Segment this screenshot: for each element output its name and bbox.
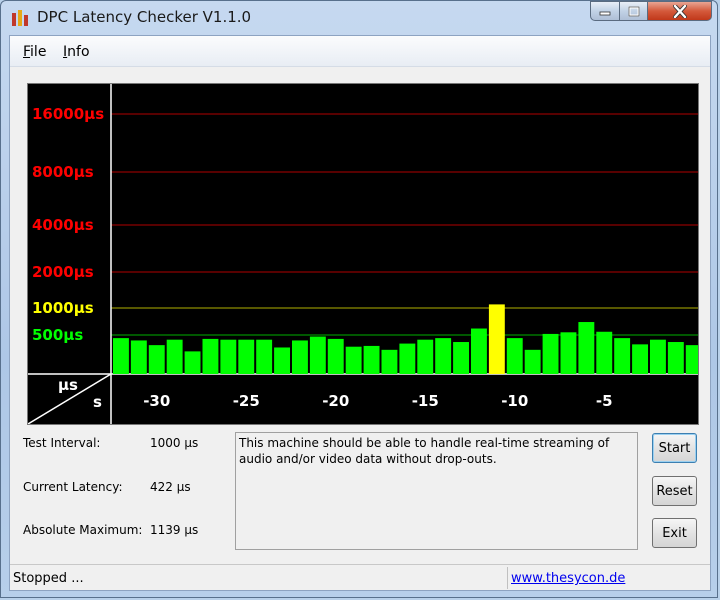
- x-unit-label: s: [93, 393, 102, 411]
- latency-bar: [578, 322, 595, 374]
- latency-bar: [363, 345, 380, 374]
- x-tick-label: -25: [233, 392, 260, 410]
- latency-bar: [399, 343, 416, 374]
- x-tick-label: -15: [412, 392, 439, 410]
- latency-bar: [130, 340, 147, 374]
- minimize-icon: [599, 11, 611, 16]
- latency-bar: [488, 304, 505, 374]
- latency-bar: [685, 345, 698, 374]
- x-tick-label: -10: [501, 392, 528, 410]
- latency-bar: [650, 339, 666, 374]
- latency-bar: [274, 347, 290, 374]
- start-button[interactable]: Start: [652, 433, 697, 463]
- latency-bar: [202, 338, 219, 374]
- latency-graph: 16000µs 8000µs 4000µs 2000µs 1000µs 500µs µs s -…: [27, 83, 699, 425]
- y-tick-label: 16000µs: [32, 105, 104, 123]
- x-tick-label: -20: [322, 392, 349, 410]
- latency-bar: [256, 339, 273, 374]
- status-message: This machine should be able to handle re…: [235, 432, 638, 550]
- absolute-maximum-value: 1139 µs: [150, 523, 199, 537]
- bars-chart-icon: [12, 10, 28, 26]
- close-button[interactable]: [647, 1, 712, 21]
- y-tick-label: 2000µs: [32, 263, 94, 281]
- status-divider: [507, 567, 508, 589]
- latency-bar: [327, 338, 344, 374]
- latency-bar: [471, 328, 487, 374]
- menu-info[interactable]: Info: [63, 44, 90, 60]
- y-tick-label: 1000µs: [32, 299, 94, 317]
- latency-bar: [238, 339, 255, 374]
- menu-file[interactable]: File: [23, 44, 46, 60]
- menu-file-rest: ile: [30, 44, 47, 60]
- latency-bar: [309, 336, 326, 374]
- latency-bar: [417, 339, 434, 374]
- latency-bar: [667, 342, 684, 374]
- latency-bar: [542, 333, 559, 374]
- reset-button[interactable]: Reset: [652, 476, 697, 506]
- latency-bar: [632, 344, 648, 374]
- y-tick-label: 4000µs: [32, 216, 94, 234]
- test-interval-label: Test Interval:: [23, 436, 101, 450]
- window-title: DPC Latency Checker V1.1.0: [37, 8, 252, 26]
- minimize-button[interactable]: [590, 1, 620, 21]
- app-window: DPC Latency Checker V1.1.0 File Info 160…: [0, 0, 718, 598]
- y-tick-label: 500µs: [32, 326, 83, 344]
- latency-bar: [614, 338, 631, 374]
- menu-bar: File Info: [10, 36, 710, 67]
- latency-bar: [184, 351, 201, 374]
- maximize-icon: [628, 6, 639, 16]
- latency-chart: 16000µs 8000µs 4000µs 2000µs 1000µs 500µs µss -…: [28, 84, 698, 424]
- status-bar: Stopped ... www.thesycon.de: [10, 564, 710, 591]
- latency-bar: [596, 331, 613, 374]
- menu-file-accel: F: [23, 44, 31, 60]
- current-latency-value: 422 µs: [150, 480, 191, 494]
- latency-bar: [435, 338, 452, 374]
- x-tick-label: -5: [596, 392, 613, 410]
- absolute-maximum-label: Absolute Maximum:: [23, 523, 143, 537]
- latency-bar: [113, 338, 129, 374]
- maximize-button[interactable]: [619, 1, 648, 21]
- x-tick-label: -30: [143, 392, 170, 410]
- latency-bar: [292, 340, 308, 374]
- latency-bar: [560, 332, 577, 374]
- status-text: Stopped ...: [13, 571, 84, 586]
- exit-button[interactable]: Exit: [652, 518, 697, 548]
- y-tick-label: 8000µs: [32, 163, 94, 181]
- website-link[interactable]: www.thesycon.de: [511, 571, 625, 586]
- latency-bar: [524, 349, 541, 374]
- latency-bar: [148, 345, 165, 374]
- latency-bar: [220, 339, 237, 374]
- title-bar[interactable]: DPC Latency Checker V1.1.0: [1, 1, 717, 35]
- test-interval-value: 1000 µs: [150, 436, 199, 450]
- latency-bar: [506, 338, 523, 374]
- close-icon: [672, 4, 687, 18]
- y-unit-label: µs: [58, 376, 78, 394]
- current-latency-label: Current Latency:: [23, 480, 123, 494]
- latency-bar: [381, 349, 398, 374]
- latency-bar: [166, 339, 183, 374]
- latency-bar: [345, 346, 362, 374]
- menu-info-rest: nfo: [67, 44, 90, 60]
- client-area: File Info 16000µs 8000µs 4000µs 2000µs 1000µ…: [9, 35, 711, 591]
- latency-bar: [453, 342, 469, 374]
